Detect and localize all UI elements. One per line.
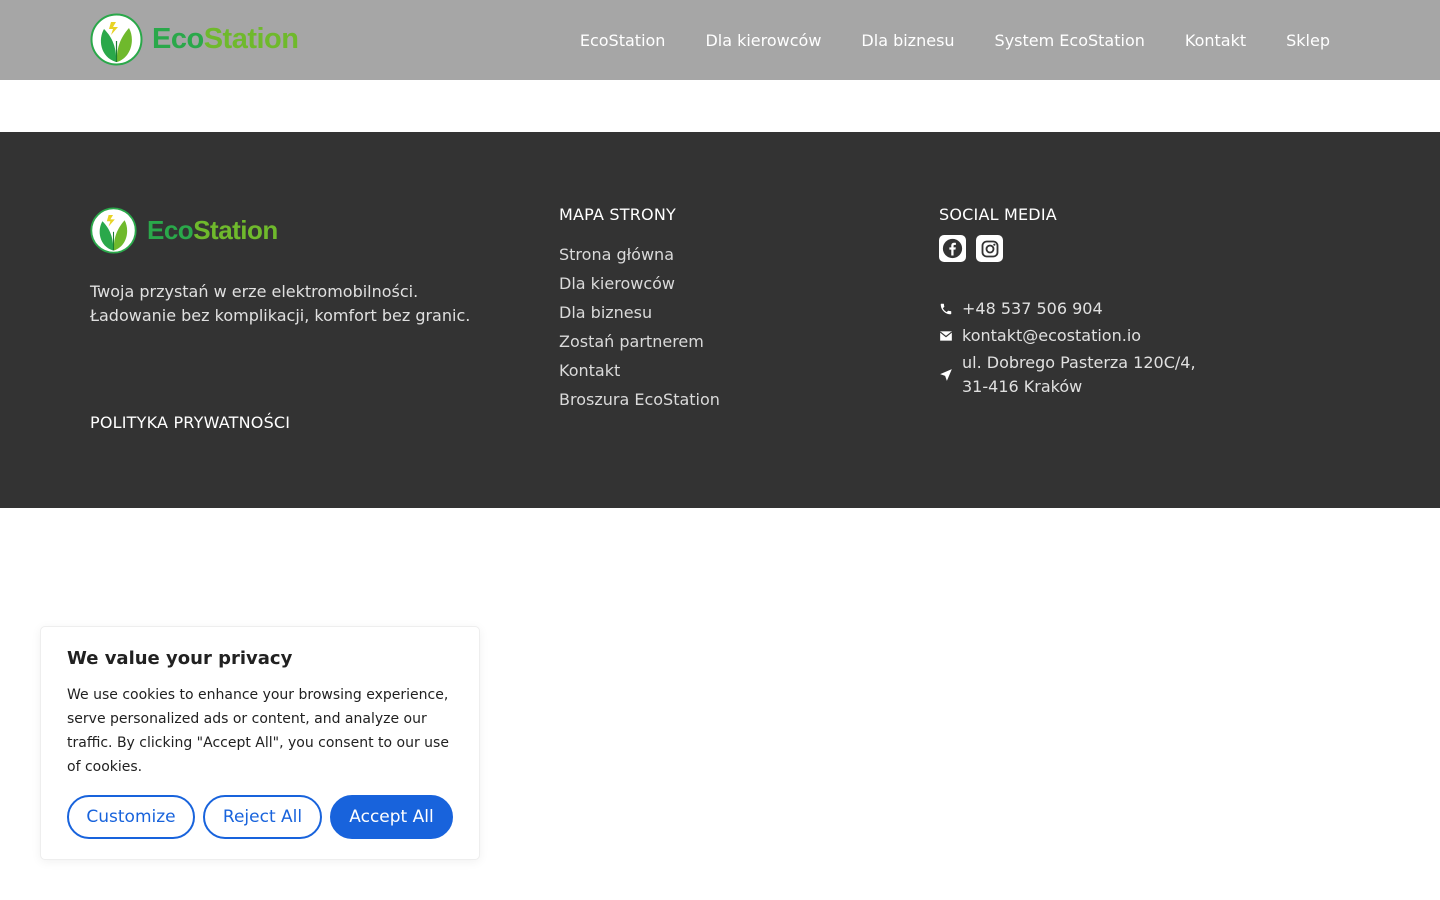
site-header: EcoStation EcoStation Dla kierowców Dla … (0, 0, 1440, 80)
logo-text: EcoStation (152, 23, 299, 55)
sitemap-title: MAPA STRONY (559, 205, 676, 224)
sitemap-link-contact[interactable]: Kontakt (559, 361, 620, 380)
list-item: Dla kierowców (559, 273, 720, 302)
sitemap-link-home[interactable]: Strona główna (559, 245, 674, 264)
list-item: Zostań partnerem (559, 331, 720, 360)
list-item: Kontakt (559, 360, 720, 389)
customize-button[interactable]: Customize (67, 795, 195, 839)
cookie-description: We use cookies to enhance your browsing … (67, 687, 449, 775)
nav-ecostation[interactable]: EcoStation (580, 31, 666, 50)
instagram-icon[interactable] (976, 235, 1003, 262)
contact-address: ul. Dobrego Pasterza 120C/4, 31-416 Krak… (939, 351, 1196, 399)
social-icons (939, 235, 1013, 262)
sitemap-link-business[interactable]: Dla biznesu (559, 303, 652, 322)
phone-number[interactable]: +48 537 506 904 (962, 297, 1103, 321)
sitemap-link-brochure[interactable]: Broszura EcoStation (559, 390, 720, 409)
main-nav: EcoStation Dla kierowców Dla biznesu Sys… (580, 0, 1330, 80)
sitemap-link-partner[interactable]: Zostań partnerem (559, 332, 704, 351)
nav-system-ecostation[interactable]: System EcoStation (995, 31, 1145, 50)
address-text: ul. Dobrego Pasterza 120C/4, 31-416 Krak… (962, 351, 1196, 399)
header-logo[interactable]: EcoStation (90, 13, 299, 66)
address-line: ul. Dobrego Pasterza 120C/4, (962, 353, 1196, 372)
nav-dla-biznesu[interactable]: Dla biznesu (861, 31, 954, 50)
social-media-title: SOCIAL MEDIA (939, 205, 1057, 224)
envelope-icon (939, 329, 953, 343)
facebook-icon[interactable] (939, 235, 966, 262)
site-footer: EcoStation Twoja przystań w erze elektro… (0, 132, 1440, 508)
sitemap-link-drivers[interactable]: Dla kierowców (559, 274, 675, 293)
footer-logo[interactable]: EcoStation (90, 207, 278, 254)
nav-sklep[interactable]: Sklep (1286, 31, 1330, 50)
list-item: Strona główna (559, 244, 720, 273)
logo-text: EcoStation (147, 215, 278, 245)
email-address[interactable]: kontakt@ecostation.io (962, 324, 1141, 348)
tagline-line: Twoja przystań w erze elektromobilności. (90, 282, 419, 301)
privacy-policy-link[interactable]: POLITYKA PRYWATNOŚCI (90, 413, 290, 432)
leaf-logo-icon (90, 13, 143, 66)
location-arrow-icon (939, 368, 953, 382)
facebook-glyph (942, 238, 963, 259)
cookie-consent-banner: We value your privacy We use cookies to … (40, 626, 480, 860)
phone-icon (939, 302, 953, 316)
list-item: Dla biznesu (559, 302, 720, 331)
nav-dla-kierowcow[interactable]: Dla kierowców (705, 31, 821, 50)
reject-all-button[interactable]: Reject All (203, 795, 322, 839)
contact-phone: +48 537 506 904 (939, 297, 1196, 321)
accept-all-button[interactable]: Accept All (330, 795, 453, 839)
leaf-logo-icon (90, 207, 137, 254)
list-item: Broszura EcoStation (559, 389, 720, 418)
contact-email: kontakt@ecostation.io (939, 324, 1196, 348)
nav-kontakt[interactable]: Kontakt (1185, 31, 1246, 50)
instagram-glyph (981, 240, 998, 257)
contact-info: +48 537 506 904 kontakt@ecostation.io ul… (939, 297, 1196, 402)
cookie-title: We value your privacy (67, 648, 293, 669)
sitemap-list: Strona główna Dla kierowców Dla biznesu … (559, 244, 720, 418)
address-line: 31-416 Kraków (962, 377, 1083, 396)
tagline-line: Ładowanie bez komplikacji, komfort bez g… (90, 306, 471, 325)
footer-tagline: Twoja przystań w erze elektromobilności.… (90, 280, 470, 328)
